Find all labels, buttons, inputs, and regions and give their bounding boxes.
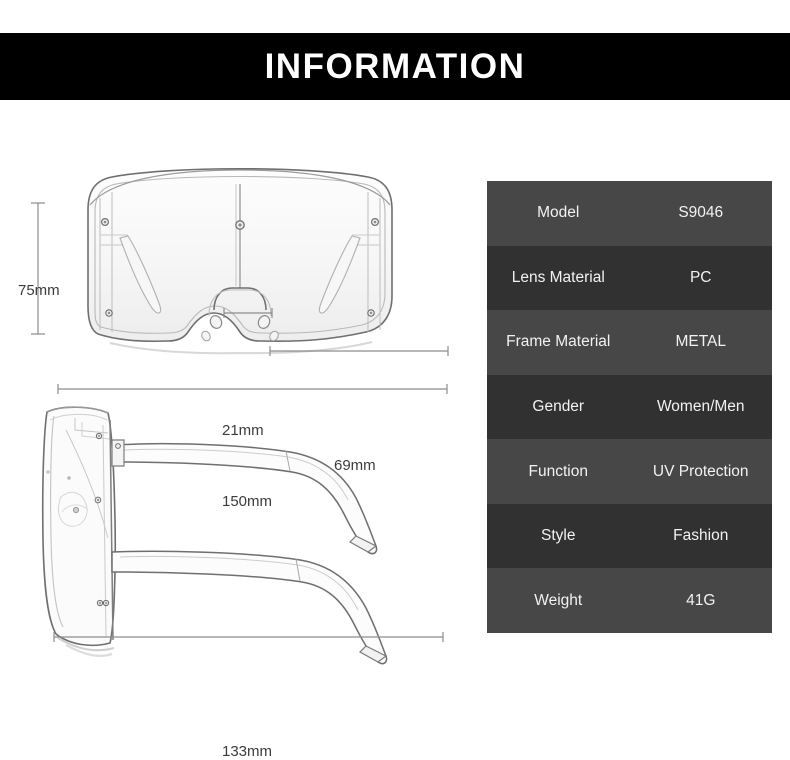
spec-row: Weight 41G — [487, 568, 772, 634]
spec-key: Lens Material — [511, 268, 605, 286]
spec-value: UV Protection — [652, 462, 749, 480]
spec-key: Model — [537, 204, 580, 222]
side-lens-shield — [41, 406, 117, 658]
dimension-label-temple-length: 133mm — [222, 743, 273, 760]
spec-row: Frame Material METAL — [487, 310, 772, 375]
dimension-label-height: 75mm — [18, 282, 60, 299]
spec-value: Fashion — [673, 527, 729, 545]
spec-key: Function — [528, 462, 588, 480]
dimension-label-lens-width: 69mm — [334, 457, 376, 474]
dimension-label-total-width: 150mm — [222, 493, 273, 510]
spec-key: Gender — [532, 398, 585, 416]
spec-row: Gender Women/Men — [487, 374, 772, 440]
spec-value: METAL — [675, 333, 727, 351]
spec-key: Style — [541, 527, 576, 545]
sunglasses-front-view-drawing — [31, 167, 449, 394]
spec-key: Frame Material — [506, 333, 611, 351]
spec-key: Weight — [534, 591, 583, 609]
spec-row: Style Fashion — [487, 503, 772, 569]
product-diagram-panel: 75mm 21mm 69mm 150mm 133mm — [0, 100, 480, 760]
spec-row: Function UV Protection — [487, 439, 772, 504]
spec-row: Model S9046 — [487, 181, 772, 246]
side-temple-arm-lower — [111, 550, 388, 665]
spec-row: Lens Material PC — [487, 245, 772, 311]
page-title: INFORMATION — [264, 47, 526, 86]
dimension-label-bridge: 21mm — [222, 422, 264, 439]
spec-value: Women/Men — [656, 398, 745, 416]
specification-table: Model S9046 Lens Material PC Frame Material M… — [487, 181, 772, 634]
dimension-line-height — [31, 202, 45, 335]
spec-value: 41G — [686, 591, 716, 609]
dimension-line-temple-length — [53, 632, 444, 642]
header-band: INFORMATION — [0, 33, 790, 100]
spec-value: PC — [689, 268, 712, 286]
spec-value: S9046 — [678, 204, 724, 222]
dimension-line-lens-width — [269, 346, 449, 356]
dimension-line-total-width — [57, 384, 448, 394]
